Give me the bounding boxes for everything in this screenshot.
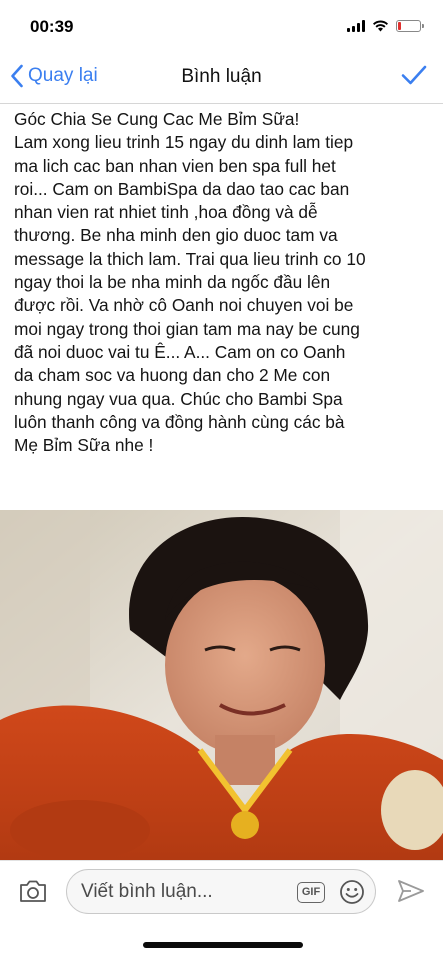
post-photo[interactable]: [0, 510, 443, 860]
photo-illustration: [0, 510, 443, 860]
home-indicator[interactable]: [143, 942, 303, 948]
post-line: ma lich cac ban nhan vien ben spa full h…: [14, 155, 336, 176]
post-line: da cham soc va huong dan cho 2 Me con: [14, 365, 331, 386]
post-line: message la thich lam. Trai qua lieu trin…: [14, 248, 366, 269]
gif-button[interactable]: GIF: [297, 882, 325, 903]
post-line: được rồi. Va nhờ cô Oanh noi chuyen voi …: [14, 295, 354, 316]
post-line: nhung ngay vua qua. Chúc cho Bambi Spa: [14, 388, 343, 409]
post-line: đã noi duoc vai tu Ê... A... Cam on co O…: [14, 341, 346, 362]
camera-button[interactable]: [18, 878, 48, 909]
post-line: Mẹ Bỉm Sữa nhe !: [14, 435, 154, 456]
send-icon: [398, 880, 424, 902]
post-line: luôn thanh công va đồng hành cùng các bà: [14, 411, 345, 432]
camera-icon: [20, 880, 46, 902]
signal-icon: [347, 19, 365, 32]
post-line: Góc Chia Se Cung Cac Me Bỉm Sữa!: [14, 109, 300, 129]
post-line: moi ngay trong thoi gian tam ma nay be c…: [14, 318, 360, 339]
comment-input[interactable]: [81, 879, 286, 905]
nav-bar: Quay lại Bình luận: [0, 50, 443, 104]
post-line: thương. Be nha minh den gio duoc tam va: [14, 225, 338, 246]
send-button[interactable]: [397, 878, 425, 909]
wifi-icon: [373, 20, 388, 32]
status-time: 00:39: [30, 17, 74, 36]
post-line: Lam xong lieu trinh 15 ngay du dinh lam …: [14, 132, 354, 153]
post-line: nhan vien rat nhiet tinh ,hoa đồng và dễ: [14, 202, 318, 223]
post-line: ngay thoi la be nha minh da ngốc đầu lên: [14, 272, 331, 293]
post-text: Góc Chia Se Cung Cac Me Bỉm Sữa! Lam xon…: [14, 108, 434, 457]
battery-level: [398, 21, 402, 30]
status-icons: [347, 19, 424, 32]
checkmark-icon: [401, 65, 427, 85]
comment-composer: GIF: [0, 860, 443, 922]
post-line: roi... Cam on BambiSpa da dao tao cac ba…: [14, 178, 350, 199]
page-title: Bình luận: [181, 66, 262, 87]
status-bar: 00:39: [0, 0, 443, 50]
smiley-icon: [340, 880, 364, 904]
comment-box: GIF: [66, 869, 376, 914]
emoji-button[interactable]: [339, 879, 365, 910]
battery-icon: [396, 19, 424, 32]
confirm-button[interactable]: [401, 64, 427, 91]
